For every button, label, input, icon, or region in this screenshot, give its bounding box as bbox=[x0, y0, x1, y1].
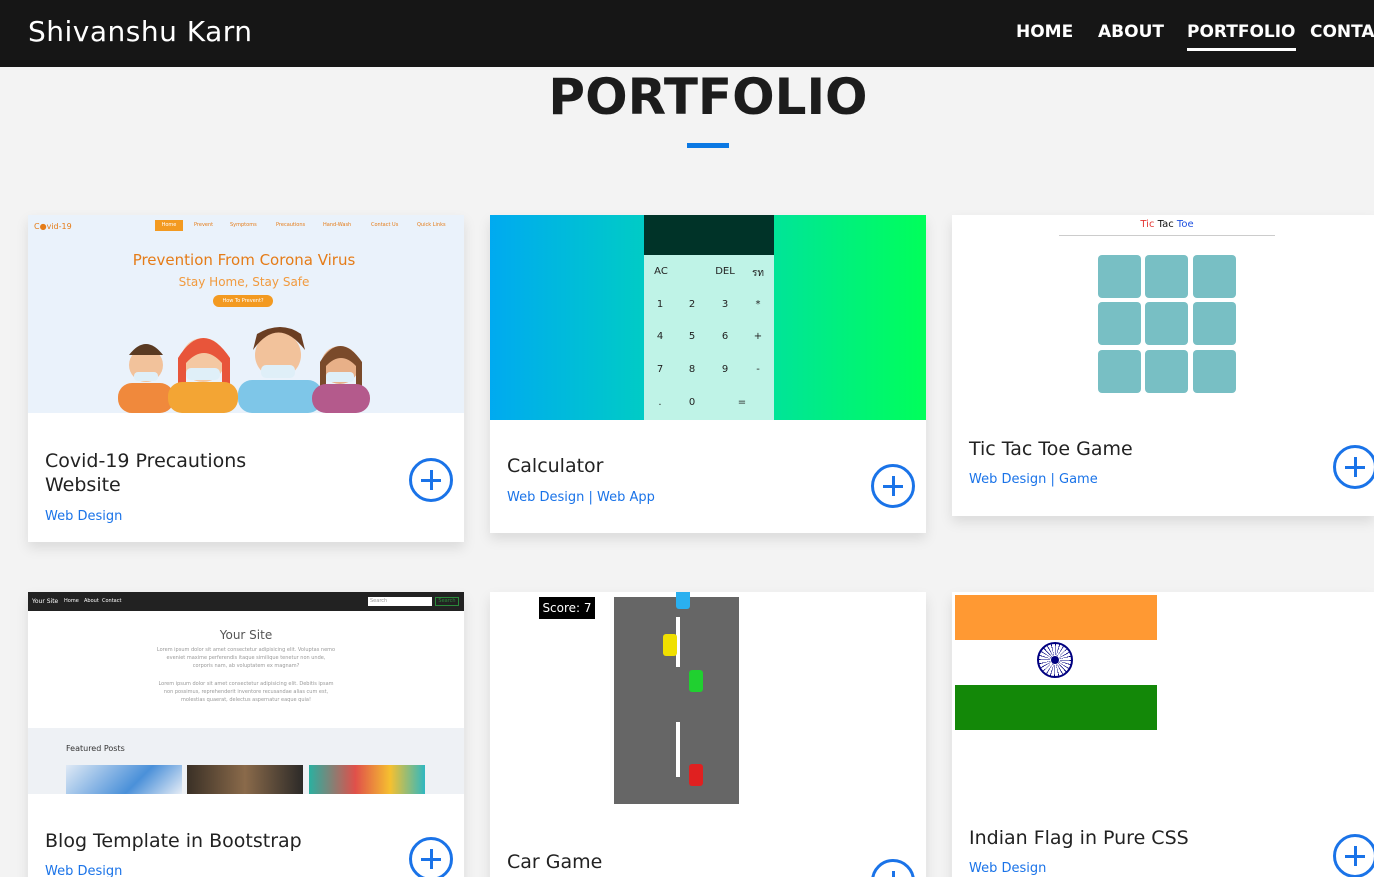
project-tags[interactable]: Web Design bbox=[45, 864, 122, 877]
tictactoe-cell bbox=[1145, 302, 1188, 345]
project-title: Covid-19 Precautions bbox=[45, 450, 247, 472]
expand-plus-icon[interactable] bbox=[1333, 445, 1374, 489]
covid-thumb-heading: Prevention From Corona Virus bbox=[132, 251, 356, 269]
project-card-covid: C●vid-19 Home Prevent Symptoms Precautio… bbox=[28, 215, 464, 542]
site-brand[interactable]: Shivanshu Karn bbox=[28, 15, 253, 48]
covid-thumb-button: How To Prevent? bbox=[213, 295, 273, 307]
tictactoe-cell bbox=[1145, 350, 1188, 393]
cargame-score: Score: 7 bbox=[539, 597, 595, 619]
car-red-player bbox=[689, 764, 703, 786]
project-tags[interactable]: Web Design bbox=[45, 509, 122, 524]
covid-thumb-subheading: Stay Home, Stay Safe bbox=[178, 275, 310, 289]
blog-thumb-hero-title: Your Site bbox=[219, 628, 273, 642]
project-title: Indian Flag in Pure CSS bbox=[969, 827, 1189, 849]
project-title: Car Game bbox=[507, 851, 603, 873]
masked-people-illustration bbox=[118, 327, 370, 413]
calculator-screen bbox=[644, 215, 774, 255]
blog-thumbnail: Your Site Home About Contact Search Sear… bbox=[28, 592, 464, 794]
project-tags[interactable]: Web Design | Web App bbox=[507, 490, 655, 505]
project-card-indianflag: Indian Flag in Pure CSS Web Design bbox=[952, 592, 1374, 877]
flag-green-stripe bbox=[955, 685, 1157, 730]
project-tags[interactable]: Web Design bbox=[969, 861, 1046, 876]
project-title: Calculator bbox=[507, 455, 604, 477]
cargame-thumbnail: Score: 7 bbox=[490, 592, 926, 814]
project-title: Tic Tac Toe Game bbox=[969, 438, 1133, 460]
tictactoe-cell bbox=[1193, 350, 1236, 393]
project-title: Blog Template in Bootstrap bbox=[45, 830, 302, 852]
tictactoe-thumbnail: Tic Tac Toe bbox=[952, 215, 1374, 405]
project-title-line2: Website bbox=[45, 474, 121, 496]
tictactoe-cell bbox=[1193, 302, 1236, 345]
project-card-cargame: Score: 7 Car Game bbox=[490, 592, 926, 877]
project-card-blog: Your Site Home About Contact Search Sear… bbox=[28, 592, 464, 877]
section-title: PORTFOLIO bbox=[548, 68, 868, 126]
covid-thumb-logo: C●vid-19 bbox=[34, 222, 72, 231]
expand-plus-icon[interactable] bbox=[1333, 834, 1374, 877]
covid-thumb-nav-home: Home bbox=[155, 220, 183, 231]
project-card-tictactoe: Tic Tac Toe Tic Tac Toe Game Web Design … bbox=[952, 215, 1374, 516]
expand-plus-icon[interactable] bbox=[409, 837, 453, 877]
title-underline bbox=[687, 143, 729, 148]
project-tags[interactable]: Web Design | Game bbox=[969, 472, 1098, 487]
calculator-body: AC DEL รท 1 2 3 * 4 5 6 + 7 8 9 - . 0 = bbox=[644, 215, 774, 420]
nav-portfolio[interactable]: PORTFOLIO bbox=[1187, 22, 1296, 51]
tictactoe-cell bbox=[1098, 350, 1141, 393]
indianflag-thumbnail bbox=[952, 592, 1374, 792]
cargame-road bbox=[614, 592, 739, 804]
expand-plus-icon[interactable] bbox=[871, 859, 915, 877]
blog-thumb-featured-title: Featured Posts bbox=[66, 744, 125, 753]
nav-about[interactable]: ABOUT bbox=[1098, 22, 1164, 42]
tictactoe-cell bbox=[1145, 255, 1188, 298]
car-blue bbox=[676, 592, 690, 609]
tictactoe-thumb-heading: Tic Tac Toe bbox=[1140, 219, 1194, 230]
car-yellow bbox=[663, 634, 677, 656]
tictactoe-cell bbox=[1098, 255, 1141, 298]
nav-home[interactable]: HOME bbox=[1016, 22, 1073, 42]
flag-saffron-stripe bbox=[955, 595, 1157, 640]
calculator-thumbnail: AC DEL รท 1 2 3 * 4 5 6 + 7 8 9 - . 0 = bbox=[490, 215, 926, 420]
expand-plus-icon[interactable] bbox=[409, 458, 453, 502]
tictactoe-cell bbox=[1193, 255, 1236, 298]
navbar: Shivanshu Karn HOME ABOUT PORTFOLIO CONT… bbox=[0, 0, 1374, 67]
tictactoe-cell bbox=[1098, 302, 1141, 345]
nav-contact[interactable]: CONTACT bbox=[1310, 22, 1374, 42]
expand-plus-icon[interactable] bbox=[871, 464, 915, 508]
project-card-calculator: AC DEL รท 1 2 3 * 4 5 6 + 7 8 9 - . 0 = … bbox=[490, 215, 926, 533]
car-green bbox=[689, 670, 703, 692]
covid-thumbnail: C●vid-19 Home Prevent Symptoms Precautio… bbox=[28, 215, 464, 413]
